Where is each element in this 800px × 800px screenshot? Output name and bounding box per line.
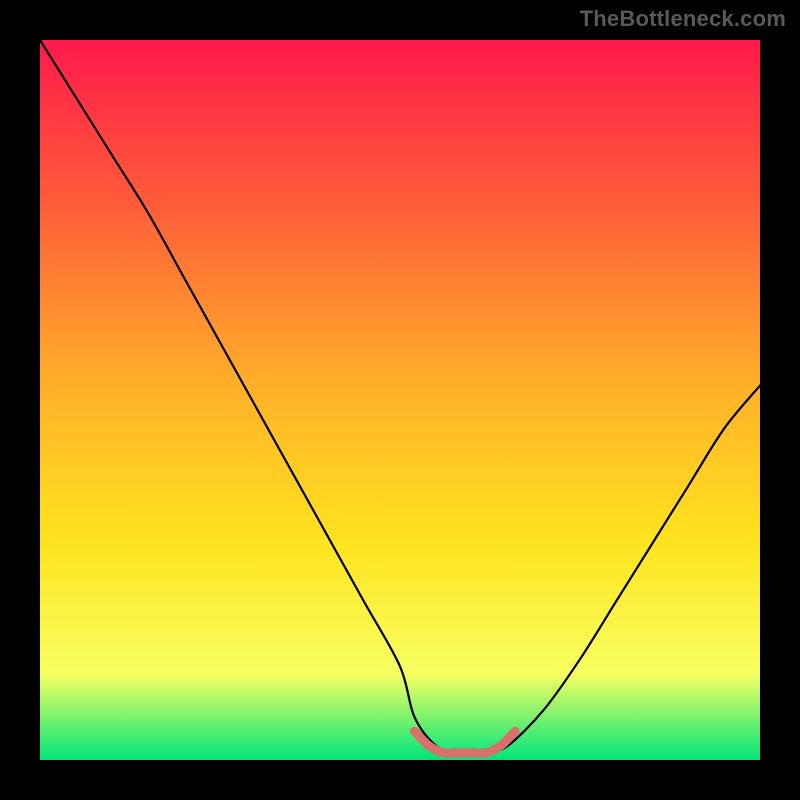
watermark-label: TheBottleneck.com bbox=[580, 6, 786, 32]
chart-frame: TheBottleneck.com bbox=[0, 0, 800, 800]
gradient-background bbox=[40, 40, 760, 760]
plot-svg bbox=[40, 40, 760, 760]
plot-area bbox=[40, 40, 760, 760]
